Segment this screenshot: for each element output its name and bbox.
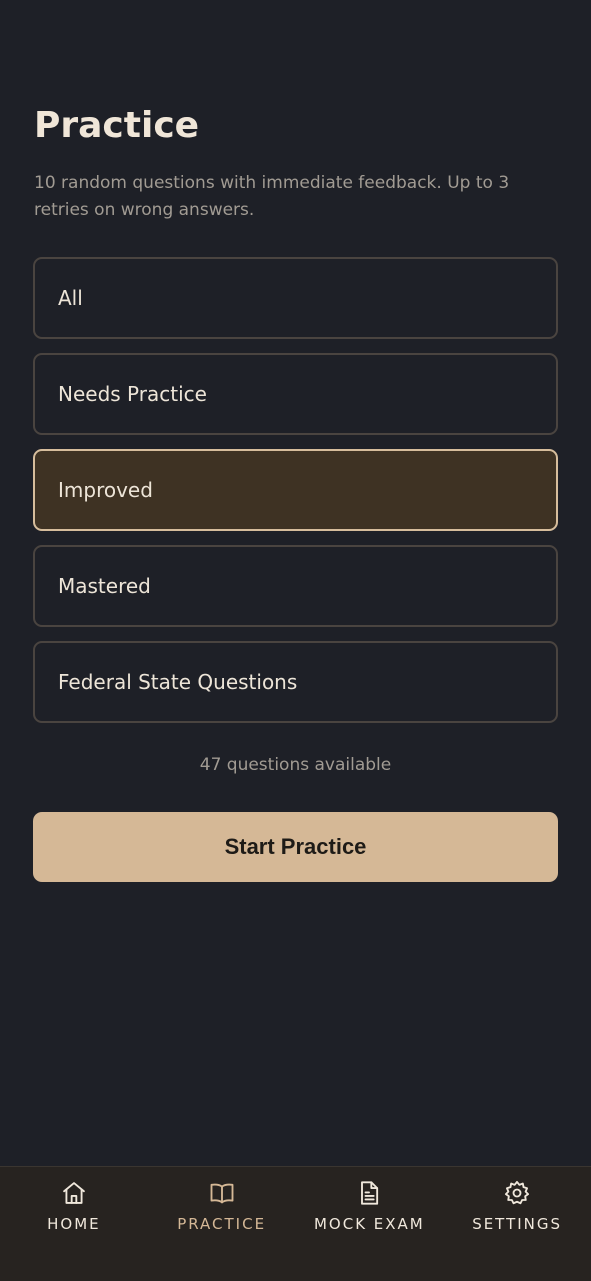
nav-item-settings[interactable]: SETTINGS — [443, 1167, 591, 1281]
bottom-navigation: HOME PRACTICE MOCK EXAM SETTINGS — [0, 1166, 591, 1281]
nav-label-practice: PRACTICE — [177, 1215, 267, 1233]
nav-label-mock-exam: MOCK EXAM — [313, 1215, 425, 1233]
nav-item-home[interactable]: HOME — [0, 1167, 148, 1281]
page-title: Practice — [34, 105, 200, 146]
filter-option-mastered[interactable]: Mastered — [33, 545, 558, 627]
filter-options: All Needs Practice Improved Mastered Fed… — [33, 257, 558, 737]
start-practice-button[interactable]: Start Practice — [33, 812, 558, 882]
gear-icon — [503, 1179, 531, 1207]
filter-option-federal-state-questions[interactable]: Federal State Questions — [33, 641, 558, 723]
filter-option-all[interactable]: All — [33, 257, 558, 339]
nav-item-mock-exam[interactable]: MOCK EXAM — [296, 1167, 444, 1281]
filter-option-improved[interactable]: Improved — [33, 449, 558, 531]
page-description: 10 random questions with immediate feedb… — [34, 173, 510, 220]
nav-item-practice[interactable]: PRACTICE — [148, 1167, 296, 1281]
nav-label-settings: SETTINGS — [472, 1215, 563, 1233]
questions-available-count: 47 questions available — [199, 755, 392, 775]
book-icon — [208, 1179, 236, 1207]
nav-label-home: HOME — [47, 1215, 101, 1233]
home-icon — [60, 1179, 88, 1207]
document-icon — [355, 1179, 383, 1207]
filter-option-needs-practice[interactable]: Needs Practice — [33, 353, 558, 435]
